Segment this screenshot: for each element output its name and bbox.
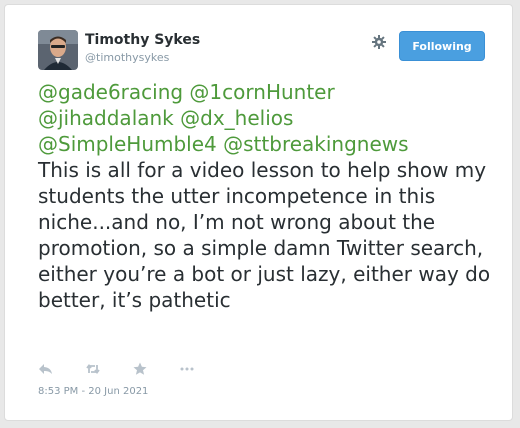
gear-icon[interactable] [371,34,387,50]
more-icon[interactable] [179,361,195,377]
mention-sttbreakingnews[interactable]: @sttbreakingnews [223,132,408,156]
avatar[interactable] [38,30,78,70]
mention-simplehumble4[interactable]: @SimpleHumble4 [38,132,217,156]
user-handle[interactable]: @timothysykes [85,51,169,64]
mentions-line-2[interactable]: @jihaddalank @dx_helios [38,106,293,130]
tweet-timestamp[interactable]: 8:53 PM - 20 Jun 2021 [38,386,148,397]
user-name[interactable]: Timothy Sykes [85,32,200,48]
following-button[interactable]: Following [399,31,485,61]
tweet-actions [38,361,226,377]
mentions-line-1[interactable]: @gade6racing @1cornHunter [38,80,335,104]
retweet-icon[interactable] [85,361,101,377]
favorite-icon[interactable] [132,361,148,377]
tweet-body: This is all for a video lesson to help s… [38,158,491,312]
tweet-text: @gade6racing @1cornHunter @jihaddalank @… [38,79,498,313]
tweet-card: Timothy Sykes @timothysykes Following @g… [4,4,513,421]
reply-icon[interactable] [38,361,54,377]
